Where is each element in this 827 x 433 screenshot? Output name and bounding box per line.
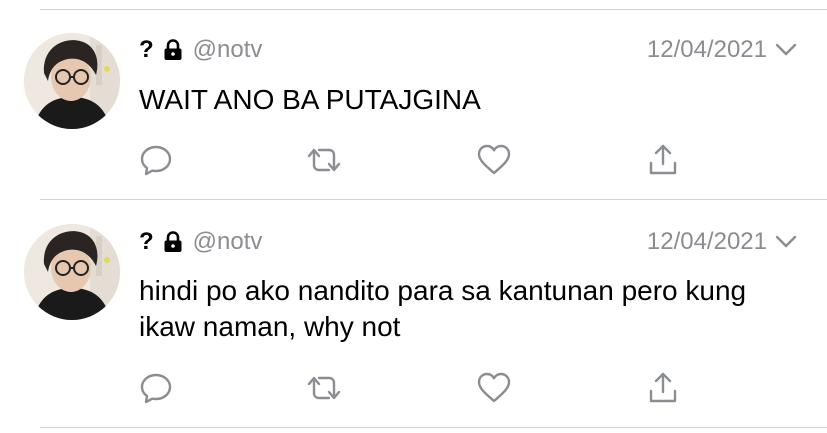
tweet-text: hindi po ako nandito para sa kantunan pe… [139,275,747,342]
tweet-text: WAIT ANO BA PUTAJGINA [139,84,481,115]
chevron-down-icon[interactable] [775,43,797,57]
divider-top [40,9,827,10]
divider-bottom [40,427,827,428]
user-handle[interactable]: @notv [193,228,263,256]
share-icon [649,144,677,175]
avatar[interactable] [24,224,120,320]
reply-button[interactable] [136,370,176,406]
tweet-header: ? @notv [139,227,262,257]
retweet-icon [307,148,341,172]
share-button[interactable] [643,142,683,178]
user-handle[interactable]: @notv [193,36,263,64]
tweet-date[interactable]: 12/04/2021 [647,228,767,256]
avatar-image [24,33,120,129]
heart-icon [477,372,511,403]
display-name[interactable]: ? [139,228,154,256]
tweet-actions [0,370,827,406]
tweet-date[interactable]: 12/04/2021 [647,36,767,64]
reply-button[interactable] [136,142,176,178]
divider [40,199,827,200]
date-area[interactable]: 12/04/2021 [647,227,797,257]
like-button[interactable] [474,370,514,406]
display-name[interactable]: ? [139,36,154,64]
lock-icon [164,39,182,60]
tweet-actions [0,142,827,178]
retweet-button[interactable] [304,142,344,178]
tweet-header: ? @notv [139,35,262,65]
reply-icon [140,373,172,404]
avatar-image [24,224,120,320]
lock-icon [164,231,182,252]
date-area[interactable]: 12/04/2021 [647,35,797,65]
chevron-down-icon[interactable] [775,235,797,249]
like-button[interactable] [474,142,514,178]
heart-icon [477,144,511,175]
share-icon [649,372,677,403]
retweet-icon [307,376,341,400]
reply-icon [140,145,172,176]
avatar[interactable] [24,33,120,129]
retweet-button[interactable] [304,370,344,406]
share-button[interactable] [643,370,683,406]
